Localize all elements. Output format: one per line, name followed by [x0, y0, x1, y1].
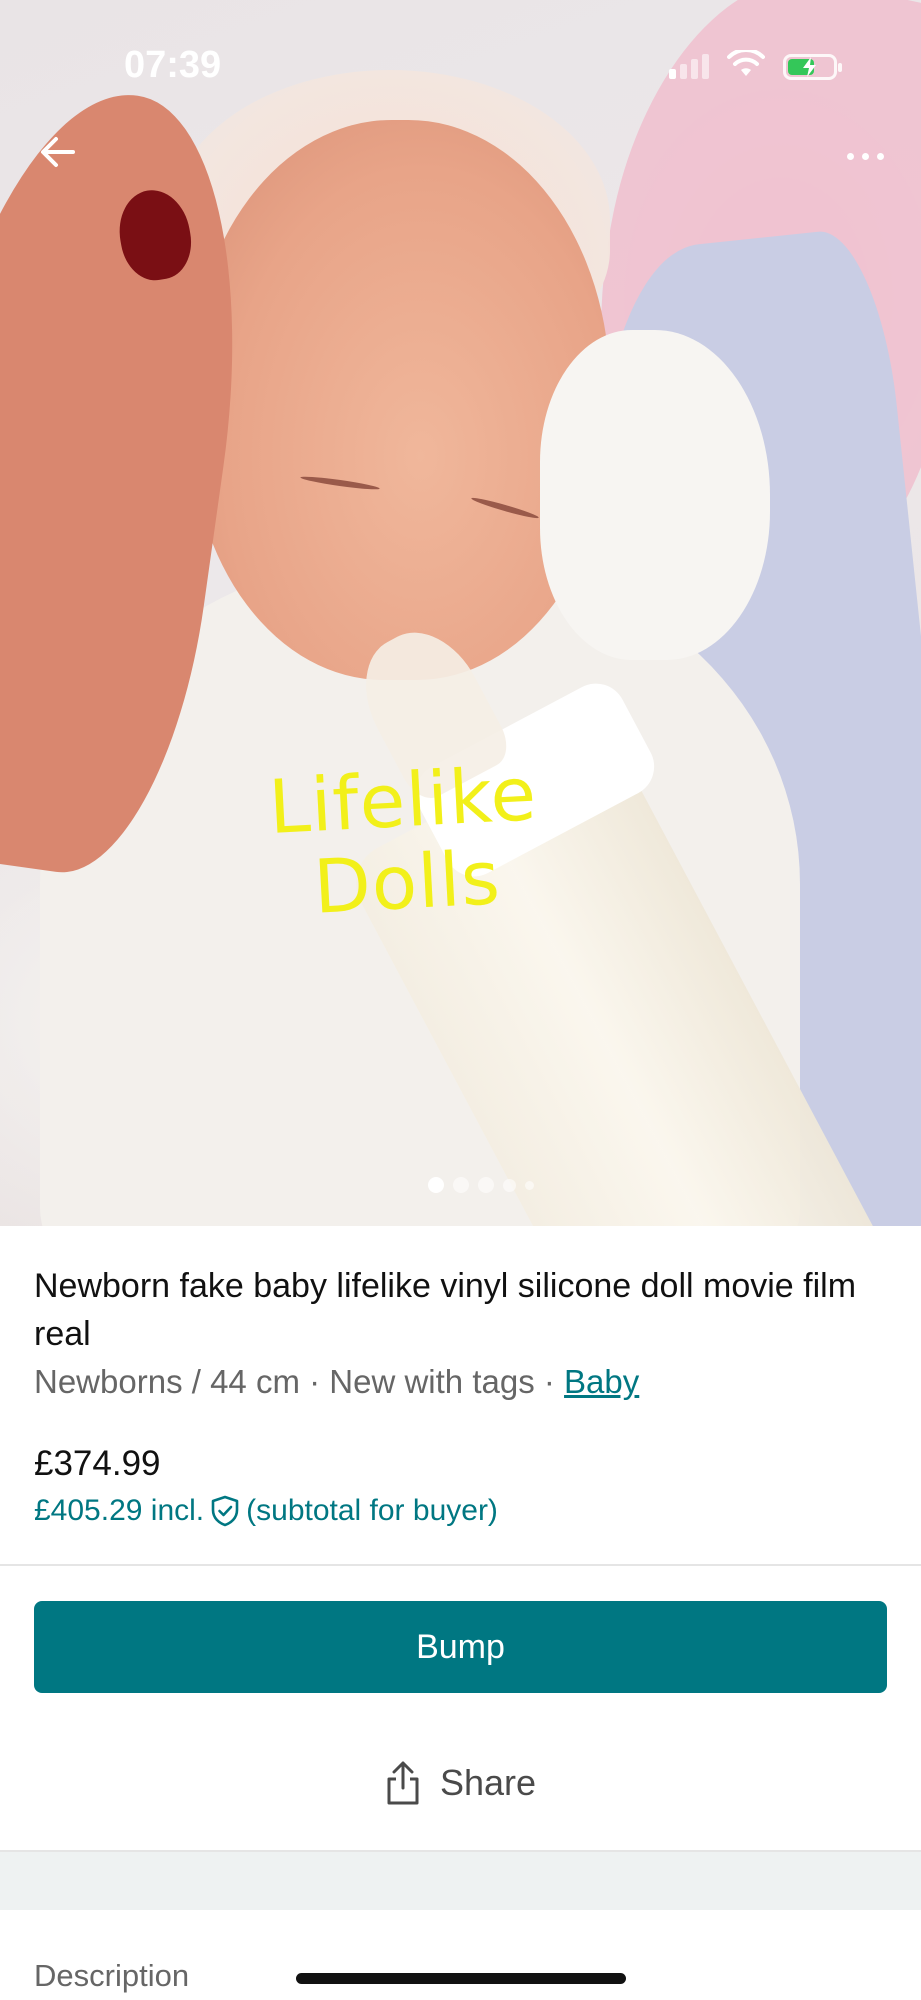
category-link[interactable]: Baby: [564, 1363, 639, 1400]
item-title: Newborn fake baby lifelike vinyl silicon…: [34, 1267, 857, 1353]
product-image-carousel[interactable]: Lifelike Dolls 07:39: [0, 0, 921, 1226]
home-indicator: [296, 1973, 626, 1984]
share-icon: [387, 1761, 419, 1805]
image-watermark: Lifelike Dolls: [251, 751, 559, 931]
meta-separator: ·: [309, 1363, 321, 1400]
item-price: £374.99: [34, 1444, 161, 1483]
divider: [0, 1564, 921, 1566]
section-spacer: [0, 1852, 921, 1910]
item-meta: Newborns / 44 cm · New with tags · Baby: [34, 1358, 894, 1406]
buyer-protection-price[interactable]: £405.29 incl. (subtotal for buyer): [34, 1494, 498, 1528]
share-label: Share: [440, 1762, 537, 1803]
status-icons: [669, 47, 842, 83]
arrow-left-icon: [41, 137, 75, 167]
carousel-dot[interactable]: [503, 1178, 516, 1192]
item-condition: New with tags: [329, 1363, 535, 1400]
signal-icon: [669, 54, 709, 79]
carousel-dot[interactable]: [525, 1180, 534, 1190]
bump-button[interactable]: Bump: [34, 1601, 887, 1693]
price-incl-note: (subtotal for buyer): [246, 1494, 498, 1527]
watermark-line-1: Lifelike: [266, 751, 540, 852]
more-horizontal-icon: [846, 152, 854, 160]
battery-charging-icon: [783, 53, 842, 80]
carousel-dot[interactable]: [428, 1177, 444, 1193]
shield-check-icon: [211, 1495, 239, 1527]
back-button[interactable]: [30, 124, 86, 180]
item-size: Newborns / 44 cm: [34, 1363, 300, 1400]
carousel-dot[interactable]: [478, 1177, 494, 1193]
white-cloth: [540, 330, 770, 660]
share-button[interactable]: Share: [384, 1760, 536, 1806]
doll-face: [190, 120, 610, 680]
meta-separator: ·: [543, 1363, 555, 1400]
carousel-dot[interactable]: [453, 1177, 469, 1193]
price-incl-amount: £405.29 incl.: [34, 1494, 205, 1527]
more-options-button[interactable]: [835, 136, 895, 176]
description-heading: Description: [34, 1958, 190, 1993]
wifi-icon: [727, 47, 765, 83]
status-time: 07:39: [124, 44, 222, 86]
carousel-dots: [428, 1177, 534, 1193]
item-details: Newborn fake baby lifelike vinyl silicon…: [34, 1262, 894, 1406]
